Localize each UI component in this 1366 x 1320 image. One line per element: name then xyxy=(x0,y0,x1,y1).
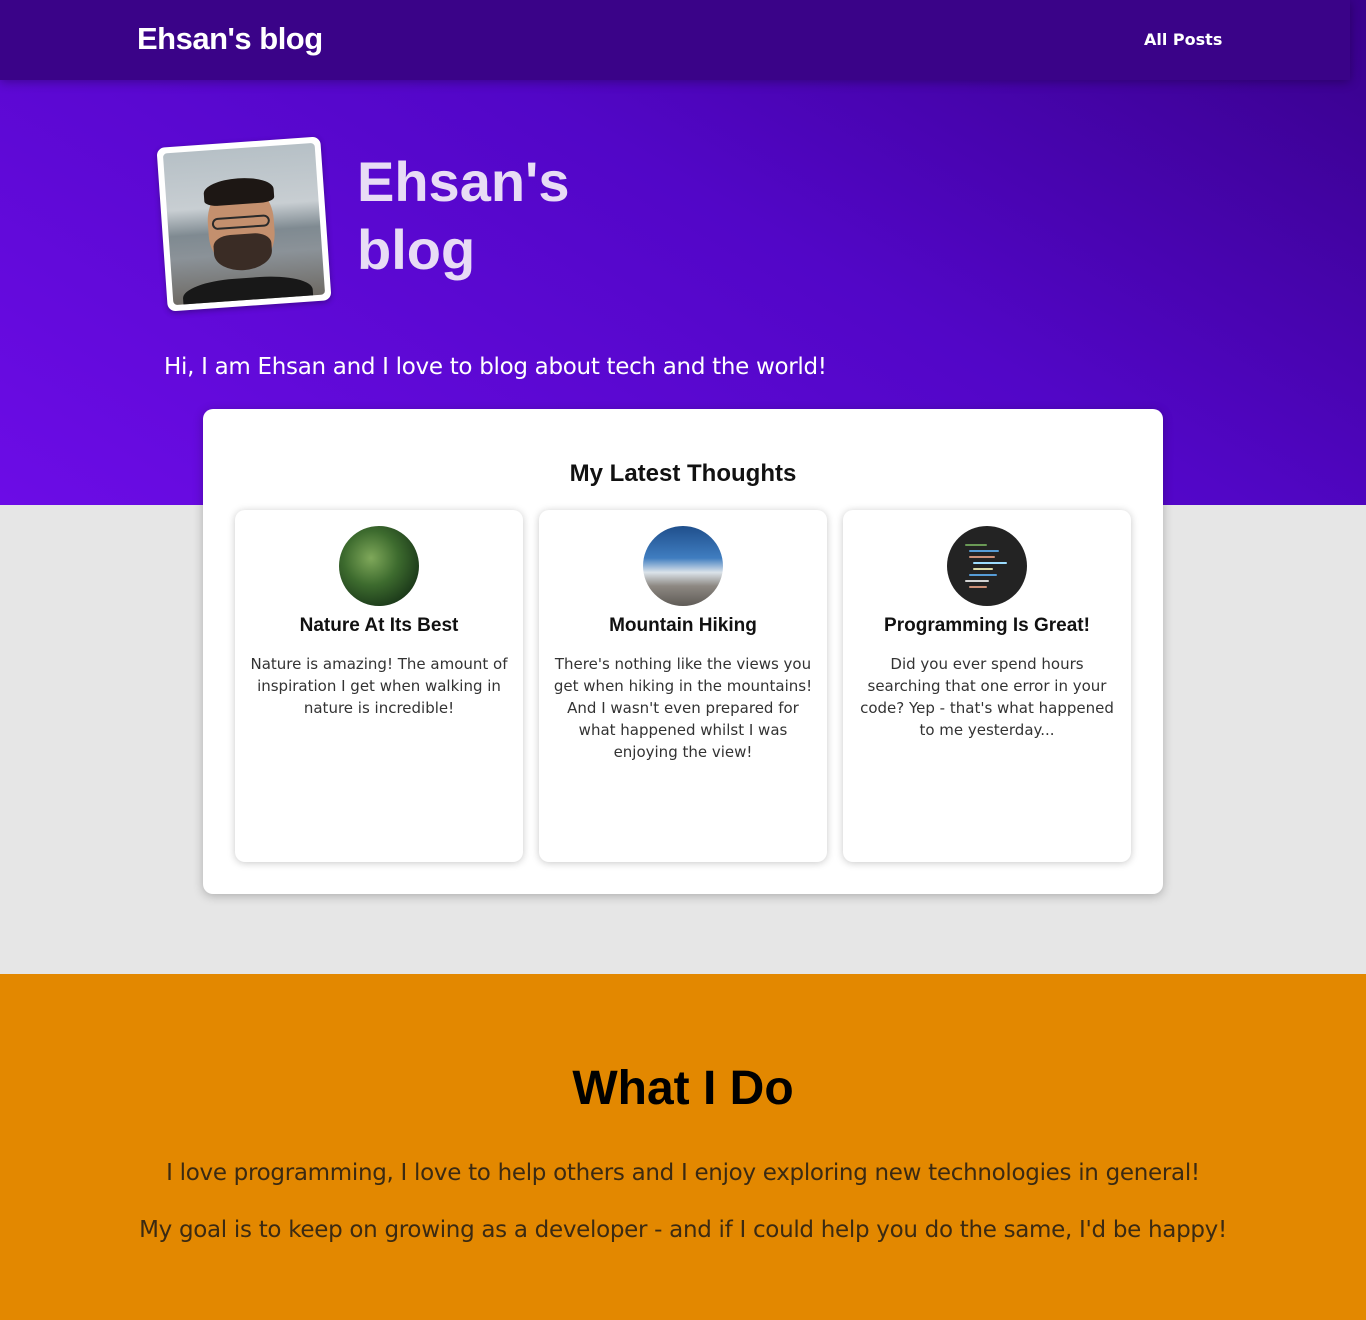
post-title[interactable]: Mountain Hiking xyxy=(539,615,827,637)
site-logo[interactable]: Ehsan's blog xyxy=(137,21,323,57)
post-excerpt: There's nothing like the views you get w… xyxy=(553,655,813,761)
latest-posts-section: My Latest Thoughts Nature At Its Best Na… xyxy=(203,409,1163,894)
top-navigation-bar: Ehsan's blog All Posts xyxy=(0,0,1350,80)
post-card-nature[interactable]: Nature At Its Best Nature is amazing! Th… xyxy=(235,510,523,862)
post-thumbnail-code xyxy=(947,526,1027,606)
post-thumbnail-mountain xyxy=(643,526,723,606)
post-title[interactable]: Nature At Its Best xyxy=(235,615,523,637)
post-excerpt: Did you ever spend hours searching that … xyxy=(860,655,1114,739)
what-i-do-section: What I Do I love programming, I love to … xyxy=(0,974,1366,1320)
latest-posts-heading: My Latest Thoughts xyxy=(569,460,797,487)
hero-tagline: Hi, I am Ehsan and I love to blog about … xyxy=(164,354,827,380)
post-card-mountain[interactable]: Mountain Hiking There's nothing like the… xyxy=(539,510,827,862)
nav-link-all-posts[interactable]: All Posts xyxy=(1144,30,1222,49)
what-i-do-paragraph: I love programming, I love to help other… xyxy=(166,1160,1200,1186)
hero-title: Ehsan's blog xyxy=(357,150,570,281)
what-i-do-paragraph: My goal is to keep on growing as a devel… xyxy=(139,1217,1227,1243)
post-card-programming[interactable]: Programming Is Great! Did you ever spend… xyxy=(843,510,1131,862)
post-excerpt: Nature is amazing! The amount of inspira… xyxy=(250,655,508,717)
profile-photo xyxy=(162,142,326,306)
avatar xyxy=(156,136,332,312)
post-title[interactable]: Programming Is Great! xyxy=(843,615,1131,637)
post-thumbnail-nature xyxy=(339,526,419,606)
what-i-do-heading: What I Do xyxy=(572,1062,794,1115)
